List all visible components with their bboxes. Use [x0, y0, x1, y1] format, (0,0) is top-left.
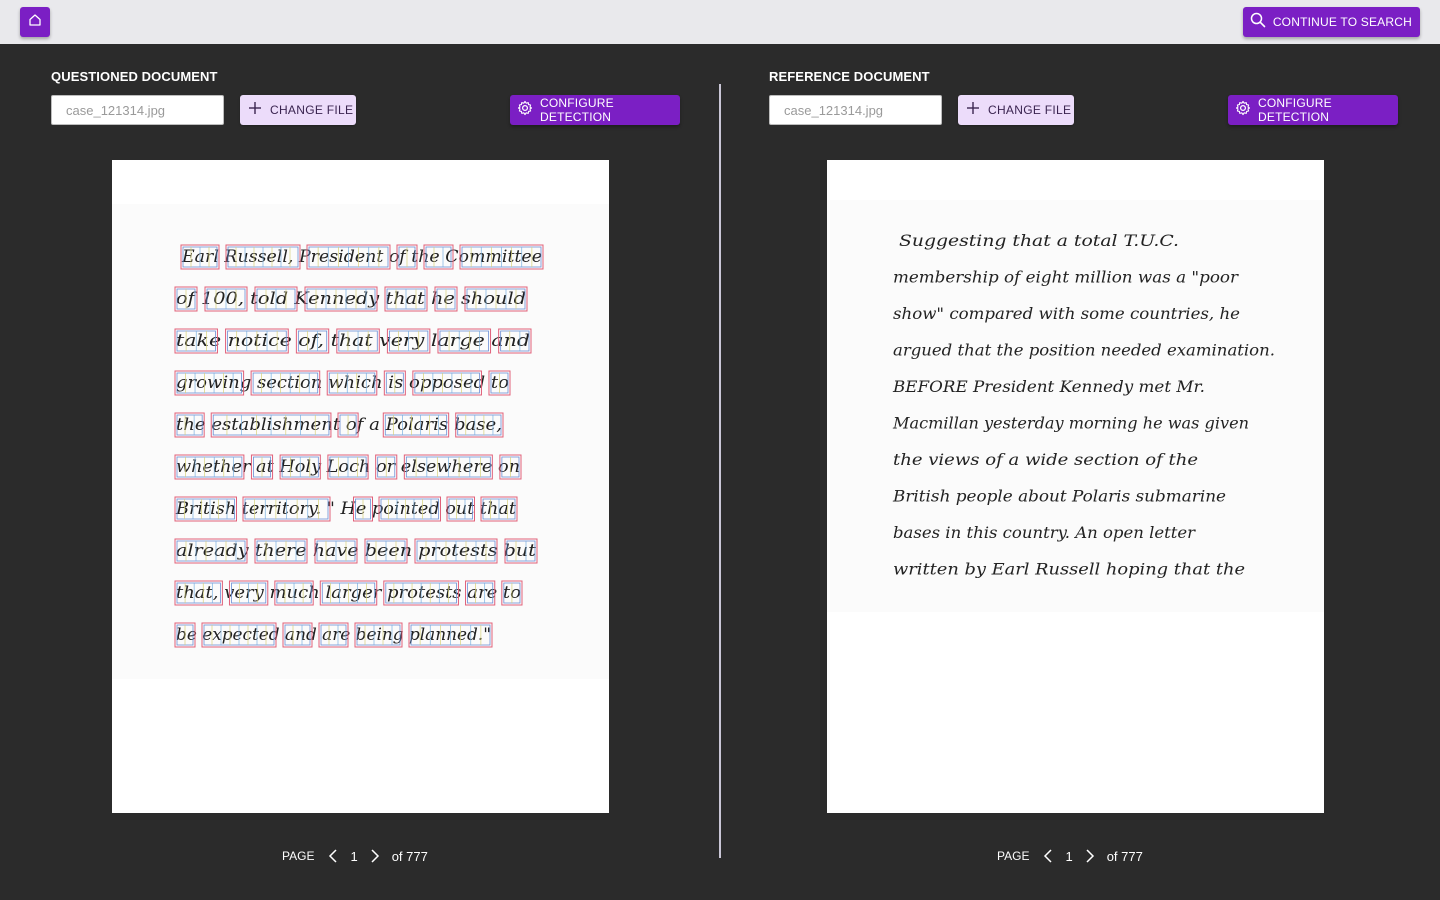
reference-handwriting: Suggesting that a total T.U.C. membership… [892, 231, 1275, 579]
handwritten-line: Suggesting that a total T.U.C. [899, 231, 1179, 250]
handwritten-line: BEFORE President Kennedy met Mr. [892, 377, 1205, 396]
continue-to-search-label: CONTINUE TO SEARCH [1272, 15, 1412, 29]
plus-icon [248, 101, 262, 120]
handwritten-line: Earl Russell, President of the Committee [181, 247, 542, 267]
next-page-chevron-right-icon[interactable] [370, 848, 380, 864]
change-file-label: CHANGE FILE [988, 103, 1072, 117]
next-page-chevron-right-icon[interactable] [1085, 848, 1095, 864]
questioned-file-input[interactable] [51, 95, 224, 125]
prev-page-chevron-left-icon[interactable] [1043, 848, 1053, 864]
handwritten-line: be expected and are being planned." [176, 625, 491, 645]
questioned-pager: PAGE 1 of 777 [282, 848, 428, 864]
page-label: PAGE [997, 849, 1030, 863]
top-bar: CONTINUE TO SEARCH [0, 0, 1440, 44]
configure-detection-label: CONFIGURE DETECTION [540, 96, 614, 124]
page-total: of 777 [1106, 848, 1143, 864]
gear-icon [517, 100, 533, 121]
home-icon [28, 13, 42, 32]
panel-title: QUESTIONED DOCUMENT [51, 69, 218, 84]
page-number[interactable]: 1 [1065, 849, 1072, 864]
home-button[interactable] [20, 7, 50, 37]
questioned-handwriting: Earl Russell, President of the Committee… [174, 244, 544, 648]
handwritten-line: British people about Polaris submarine [892, 487, 1226, 506]
questioned-document-image: Earl Russell, President of the Committee… [112, 160, 609, 813]
handwritten-line: already there have been protests but [176, 541, 536, 561]
handwritten-line: Macmillan yesterday morning he was given [892, 414, 1249, 433]
reference-file-input[interactable] [769, 95, 942, 125]
handwritten-line: written by Earl Russell hoping that the [893, 560, 1245, 579]
continue-to-search-button[interactable]: CONTINUE TO SEARCH [1242, 7, 1420, 37]
reference-pager: PAGE 1 of 777 [997, 848, 1143, 864]
panel-title: REFERENCE DOCUMENT [769, 69, 930, 84]
handwritten-line: growing section which is opposed to [176, 373, 509, 393]
page-total: of 777 [391, 848, 428, 864]
reference-configure-detection-button[interactable]: CONFIGURE DETECTION [1228, 95, 1398, 125]
handwritten-line: show" compared with some countries, he [893, 304, 1240, 323]
configure-detection-label: CONFIGURE DETECTION [1258, 96, 1332, 124]
gear-icon [1235, 100, 1251, 121]
handwritten-line: the establishment of a Polaris base, [176, 415, 502, 435]
handwritten-line: the views of a wide section of the [893, 450, 1198, 469]
handwritten-line: argued that the position needed examinat… [893, 341, 1275, 360]
reference-document-image: Suggesting that a total T.U.C. membership… [827, 160, 1324, 813]
questioned-document-panel: QUESTIONED DOCUMENT CHANGE FILE CONFIGUR… [0, 44, 720, 900]
questioned-change-file-button[interactable]: CHANGE FILE [240, 95, 356, 125]
search-icon [1249, 11, 1267, 34]
questioned-configure-detection-button[interactable]: CONFIGURE DETECTION [510, 95, 680, 125]
reference-document-panel: REFERENCE DOCUMENT CHANGE FILE CONFIGURE… [718, 44, 1438, 900]
handwritten-line: of 100, told Kennedy that he should [176, 289, 526, 309]
handwritten-line: take notice of, that very large and [176, 331, 530, 351]
handwritten-line: membership of eight million was a "poor [893, 268, 1239, 287]
prev-page-chevron-left-icon[interactable] [328, 848, 338, 864]
page-number[interactable]: 1 [350, 849, 357, 864]
page-label: PAGE [282, 849, 315, 863]
handwritten-line: bases in this country. An open letter [893, 523, 1196, 542]
change-file-label: CHANGE FILE [270, 103, 354, 117]
plus-icon [966, 101, 980, 120]
reference-change-file-button[interactable]: CHANGE FILE [958, 95, 1074, 125]
